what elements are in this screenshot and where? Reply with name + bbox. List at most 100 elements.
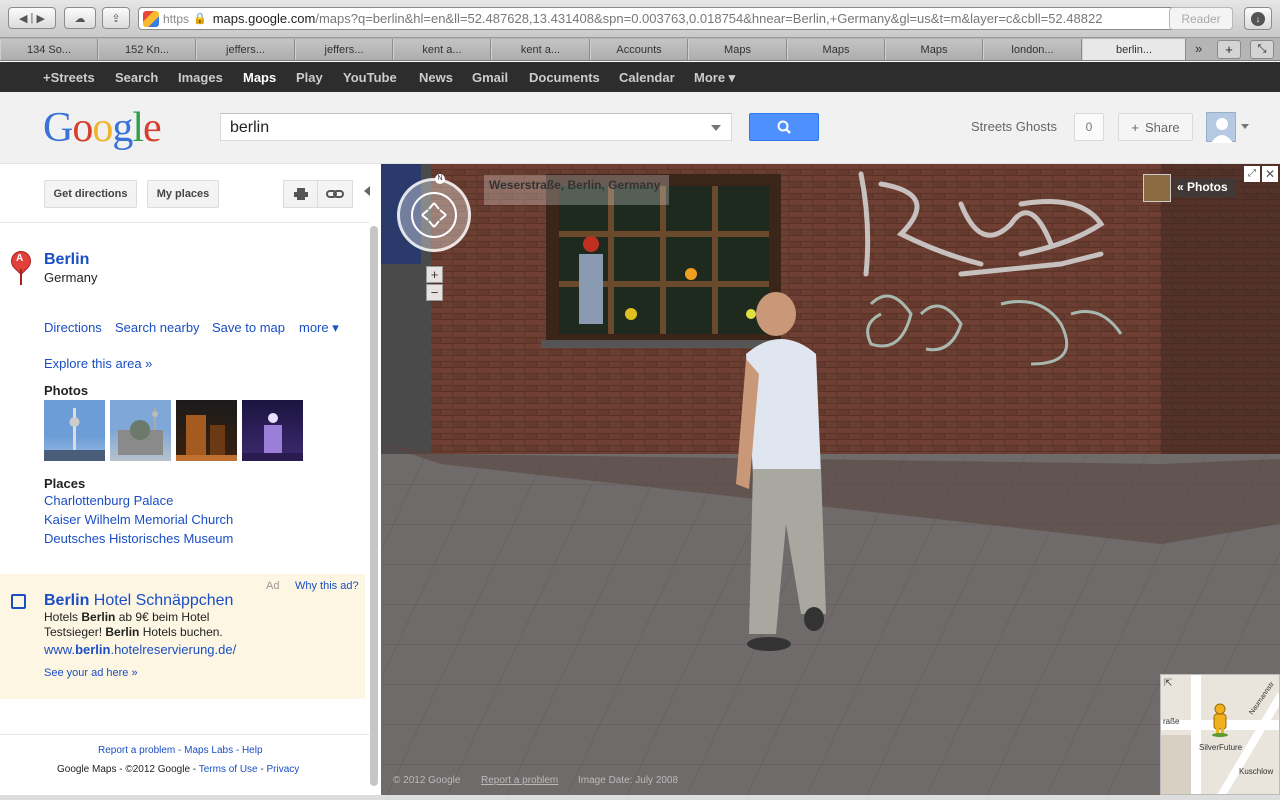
gbar-gmail[interactable]: Gmail	[472, 70, 508, 85]
zoom-in-button[interactable]: +	[426, 266, 443, 283]
forward-icon[interactable]: ▶	[36, 12, 44, 25]
browser-tab[interactable]: jeffers...	[196, 39, 295, 60]
place-title[interactable]: Berlin	[44, 251, 89, 269]
browser-tab[interactable]: Maps	[885, 39, 983, 60]
search-input-value: berlin	[230, 119, 270, 136]
gbar-maps[interactable]: Maps	[243, 70, 276, 85]
browser-tab[interactable]: kent a...	[393, 39, 491, 60]
search-input[interactable]: berlin	[220, 113, 732, 141]
search-nearby-link[interactable]: Search nearby	[115, 320, 200, 335]
more-tabs-icon[interactable]: »	[1195, 41, 1202, 56]
ad-url-part: www.	[44, 642, 76, 657]
explore-area-link[interactable]: Explore this area »	[44, 356, 152, 371]
reader-button[interactable]: Reader	[1169, 7, 1233, 30]
user-silhouette-icon	[1211, 118, 1233, 143]
new-tab-button[interactable]: +	[1217, 40, 1241, 59]
place-link-dhm[interactable]: Deutsches Historisches Museum	[44, 531, 233, 546]
avatar[interactable]	[1206, 112, 1236, 143]
browser-tab[interactable]: jeffers...	[295, 39, 393, 60]
gbar-documents[interactable]: Documents	[529, 70, 600, 85]
browser-tab[interactable]: london...	[983, 39, 1082, 60]
directions-link[interactable]: Directions	[44, 320, 102, 335]
browser-tab[interactable]: Accounts	[590, 39, 688, 60]
gbar-streets[interactable]: +Streets	[43, 70, 95, 85]
browser-tab[interactable]: 134 So...	[0, 39, 98, 60]
collapse-panel-icon[interactable]	[364, 186, 370, 196]
address-bar[interactable]: https 🔒 maps.google.com/maps?q=berlin&hl…	[138, 7, 1233, 30]
gbar-youtube[interactable]: YouTube	[343, 70, 397, 85]
gbar-more[interactable]: More ▾	[694, 70, 735, 86]
url-host: maps.google.com	[212, 11, 316, 26]
photo-thumbnail[interactable]	[110, 400, 171, 461]
fullscreen-icon[interactable]: ⤢	[1244, 166, 1260, 182]
more-link[interactable]: more ▾	[299, 320, 339, 336]
place-link-charlottenburg[interactable]: Charlottenburg Palace	[44, 493, 173, 508]
gbar-calendar[interactable]: Calendar	[619, 70, 675, 85]
ad-box: Ad Why this ad? Berlin Hotel Schnäppchen…	[0, 574, 365, 699]
places-heading: Places	[44, 476, 86, 491]
minimap-expand-icon[interactable]: ⇱	[1164, 678, 1172, 689]
compass-icon[interactable]	[400, 181, 468, 249]
photo-thumbnail[interactable]	[44, 400, 105, 461]
share-page-button[interactable]: ⇪	[102, 7, 130, 29]
street-view-scene[interactable]	[381, 164, 1280, 795]
search-button[interactable]	[749, 113, 819, 141]
account-dropdown-icon[interactable]	[1241, 124, 1249, 129]
terms-link[interactable]: Terms of Use	[199, 764, 258, 775]
photos-thumbnail-icon[interactable]	[1143, 174, 1171, 202]
footer-links[interactable]: Report a problem - Maps Labs - Help	[98, 745, 263, 756]
browser-tab[interactable]: Maps	[787, 39, 885, 60]
my-places-button[interactable]: My places	[147, 180, 219, 208]
mini-map[interactable]: ⇱ raße SilverFuture Kuschlow Naumannstr	[1160, 674, 1280, 795]
photo-thumbnail[interactable]	[176, 400, 237, 461]
zoom-out-button[interactable]: −	[426, 284, 443, 301]
profile-name-link[interactable]: Streets Ghosts	[971, 119, 1057, 134]
street-view-panorama[interactable]: Weserstraße, Berlin, Germany N + − « Pho…	[381, 164, 1280, 795]
place-link-kaiser-wilhelm[interactable]: Kaiser Wilhelm Memorial Church	[44, 512, 233, 527]
see-your-ad-link[interactable]: See your ad here »	[44, 667, 138, 679]
cloud-icon: ☁	[74, 12, 86, 25]
why-this-ad-link[interactable]: Why this ad?	[295, 580, 359, 592]
photos-button[interactable]: « Photos	[1173, 178, 1236, 197]
street-address-text: Weserstraße, Berlin, Germany	[489, 178, 661, 192]
photo-thumbnail[interactable]	[242, 400, 303, 461]
browser-toolbar: ◀ | ▶ ☁ ⇪ https 🔒 maps.google.com/maps?q…	[0, 0, 1280, 38]
search-icon	[777, 120, 791, 134]
get-directions-button[interactable]: Get directions	[44, 180, 137, 208]
minimap-poi-label: SilverFuture	[1199, 743, 1243, 752]
browser-tab[interactable]: 152 Kn...	[98, 39, 196, 60]
share-button[interactable]: + Share	[1118, 113, 1193, 141]
google-logo[interactable]: Google	[43, 104, 162, 152]
gbar-play[interactable]: Play	[296, 70, 323, 85]
https-label: https	[163, 11, 190, 26]
back-forward-buttons[interactable]: ◀ | ▶	[8, 7, 56, 29]
ad-title-link[interactable]: Berlin Hotel Schnäppchen	[44, 592, 233, 610]
report-problem-link[interactable]: Report a problem	[481, 775, 558, 786]
browser-tab-active[interactable]: berlin...	[1082, 39, 1186, 60]
icloud-button[interactable]: ☁	[64, 7, 96, 29]
privacy-link[interactable]: Privacy	[267, 764, 300, 775]
panel-scrollbar[interactable]	[370, 226, 378, 786]
search-dropdown-icon[interactable]	[711, 125, 721, 131]
link-button[interactable]	[317, 180, 353, 208]
back-icon[interactable]: ◀	[19, 12, 27, 25]
tab-overview-button[interactable]: ⤡	[1250, 40, 1274, 59]
ad-url-link[interactable]: www.berlin.hotelreservierung.de/	[44, 642, 236, 657]
save-to-map-link[interactable]: Save to map	[212, 320, 285, 335]
gbar-news[interactable]: News	[419, 70, 453, 85]
minimap-street-label: Kuschlow	[1239, 767, 1274, 776]
gbar-search[interactable]: Search	[115, 70, 158, 85]
downloads-button[interactable]: ↓	[1244, 7, 1272, 30]
gbar-images[interactable]: Images	[178, 70, 223, 85]
ad-url-part: .hotelreservierung.de/	[110, 642, 237, 657]
browser-tab[interactable]: kent a...	[491, 39, 590, 60]
browser-tab[interactable]: Maps	[688, 39, 787, 60]
ad-title-bold: Berlin	[44, 592, 90, 609]
pegman-icon[interactable]	[1211, 703, 1229, 737]
ad-label: Ad	[266, 580, 280, 592]
google-bar: +Streets Search Images Maps Play YouTube…	[0, 62, 1280, 92]
close-icon[interactable]: ✕	[1262, 166, 1278, 182]
print-button[interactable]	[283, 180, 318, 208]
pan-control[interactable]	[397, 178, 471, 252]
notification-count[interactable]: 0	[1074, 113, 1104, 141]
